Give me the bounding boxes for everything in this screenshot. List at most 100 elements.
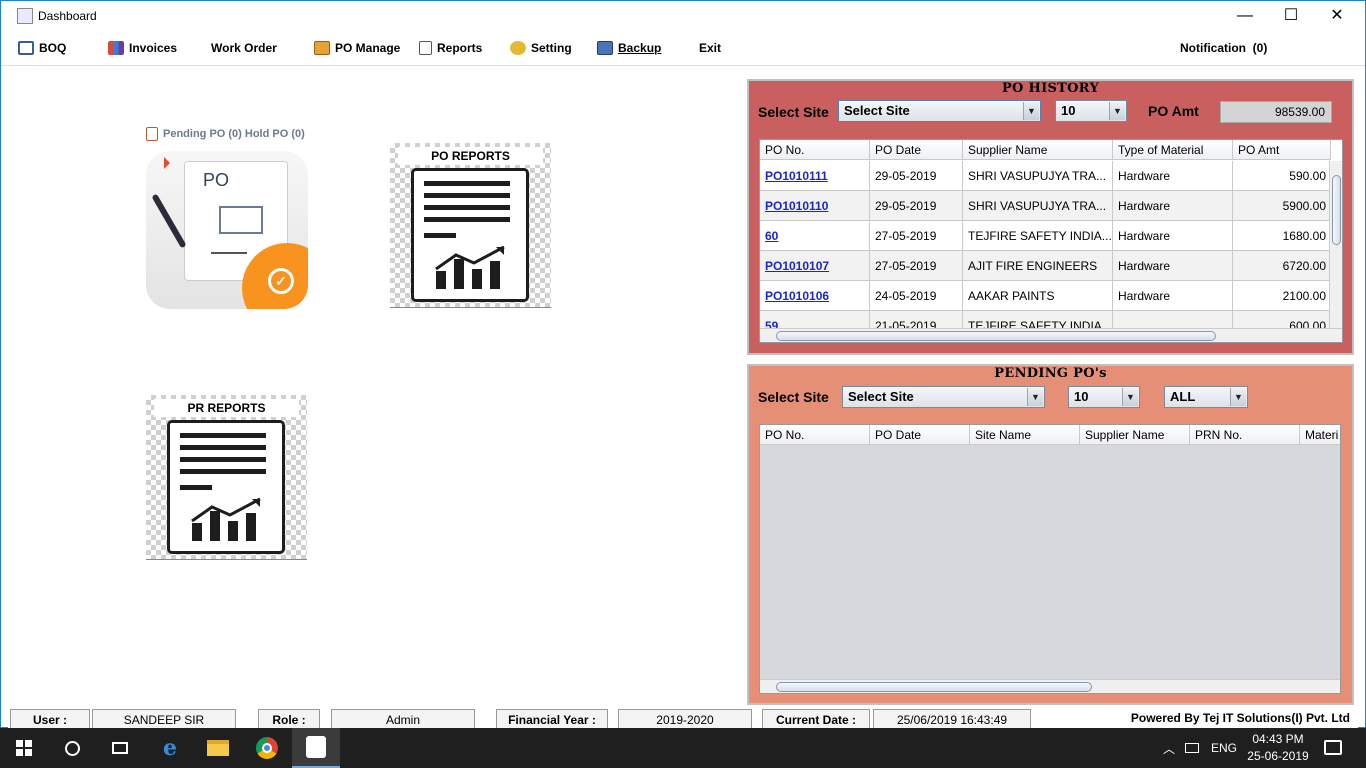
taskbar-edge[interactable]: e [146, 728, 194, 768]
pending-filter-select[interactable]: ALL ▼ [1164, 386, 1248, 408]
po-history-horizontal-scrollbar[interactable] [760, 328, 1342, 342]
po-reports-title: PO REPORTS [398, 147, 543, 165]
po-history-site-select[interactable]: Select Site ▼ [838, 100, 1041, 122]
trend-arrow-icon [191, 497, 261, 523]
window-title: Dashboard [38, 9, 97, 23]
menu-work-order[interactable]: Work Order [211, 41, 277, 55]
taskbar-chrome[interactable] [243, 728, 291, 768]
amount-cell: 2100.00 [1233, 281, 1331, 310]
chevron-up-icon[interactable]: ︿ [1163, 740, 1175, 757]
table-row[interactable]: PO1010107 27-05-2019 AJIT FIRE ENGINEERS… [760, 251, 1331, 281]
column-header[interactable]: PO Date [870, 140, 963, 159]
close-button[interactable]: ✕ [1314, 1, 1360, 32]
column-header[interactable]: Site Name [970, 425, 1080, 444]
menu-setting[interactable]: Setting [510, 41, 572, 55]
windows-logo-icon [16, 740, 32, 756]
pending-filter-value: ALL [1170, 389, 1196, 404]
menu-reports[interactable]: Reports [419, 41, 482, 55]
report-line [424, 205, 510, 210]
current-date-value: 25/06/2019 16:43:49 [873, 709, 1031, 729]
pending-site-select[interactable]: Select Site ▼ [842, 386, 1045, 408]
column-header[interactable]: PO No. [760, 140, 870, 159]
po-number-link[interactable]: PO1010107 [760, 251, 870, 280]
pending-count-select[interactable]: 10 ▼ [1068, 386, 1140, 408]
supplier-cell: AJIT FIRE ENGINEERS [963, 251, 1113, 280]
title-bar: Dashboard — ☐ ✕ [1, 1, 1365, 32]
minimize-button[interactable]: — [1222, 1, 1268, 32]
supplier-cell: SHRI VASUPUJYA TRA... [963, 161, 1113, 190]
menu-boq[interactable]: BOQ [18, 41, 66, 55]
java-app-icon [17, 8, 33, 24]
pending-po-link[interactable]: Pending PO (0) Hold PO (0) [146, 127, 305, 141]
scroll-thumb[interactable] [776, 331, 1216, 341]
pr-reports-tile[interactable]: PR REPORTS [146, 395, 307, 560]
material-cell: Hardware [1113, 251, 1233, 280]
po-number-link[interactable]: PO1010111 [760, 161, 870, 190]
po-history-vertical-scrollbar[interactable] [1329, 161, 1342, 329]
menu-bar: BOQ Invoices Work Order PO Manage Report… [1, 32, 1365, 66]
po-tile-background: PO ✓ [146, 151, 308, 309]
po-tile[interactable]: PO ✓ [146, 151, 308, 309]
table-row[interactable]: PO1010111 29-05-2019 SHRI VASUPUJYA TRA.… [760, 161, 1331, 191]
current-date-label: Current Date : [762, 709, 870, 729]
folder-icon [207, 740, 229, 756]
column-header[interactable]: Supplier Name [963, 140, 1113, 159]
maximize-button[interactable]: ☐ [1268, 1, 1314, 32]
cortana-circle-icon [64, 740, 80, 756]
pending-horizontal-scrollbar[interactable] [760, 679, 1340, 693]
search-button[interactable] [48, 728, 96, 768]
java-icon [306, 736, 326, 758]
report-line [180, 469, 266, 474]
menu-exit[interactable]: Exit [699, 41, 721, 55]
menu-backup[interactable]: Backup [597, 41, 661, 55]
menu-po-manage[interactable]: PO Manage [314, 41, 400, 55]
notification-center-icon[interactable] [1324, 740, 1342, 755]
po-number-link[interactable]: PO1010106 [760, 281, 870, 310]
po-number-link[interactable]: PO1010110 [760, 191, 870, 220]
po-reports-tile[interactable]: PO REPORTS [390, 143, 551, 308]
notification-button[interactable]: Notification (0) [1180, 41, 1267, 55]
po-date-cell: 27-05-2019 [870, 221, 963, 250]
taskbar-file-explorer[interactable] [194, 728, 242, 768]
column-header[interactable]: PO Date [870, 425, 970, 444]
column-header[interactable]: PO No. [760, 425, 870, 444]
table-row[interactable]: PO1010106 24-05-2019 AAKAR PAINTS Hardwa… [760, 281, 1331, 311]
task-view-button[interactable] [96, 728, 144, 768]
arrow-icon [164, 157, 174, 169]
floppy-disk-icon [597, 41, 613, 55]
supplier-cell: TEJFIRE SAFETY INDIA... [963, 221, 1113, 250]
column-header[interactable]: Materi [1300, 425, 1340, 444]
menu-exit-label: Exit [699, 41, 722, 55]
column-header[interactable]: PO Amt [1233, 140, 1331, 159]
po-date-cell: 29-05-2019 [870, 191, 963, 220]
po-history-site-label: Select Site [758, 104, 829, 120]
check-icon: ✓ [268, 268, 294, 294]
pending-po-title-text: PENDING PO's [994, 366, 1107, 381]
pending-site-label: Select Site [758, 389, 829, 405]
scroll-thumb[interactable] [776, 682, 1092, 692]
table-row[interactable]: PO1010110 29-05-2019 SHRI VASUPUJYA TRA.… [760, 191, 1331, 221]
scroll-thumb[interactable] [1332, 175, 1341, 245]
material-cell: Hardware [1113, 191, 1233, 220]
pen-icon [151, 193, 187, 249]
clock[interactable]: 04:43 PM 25-06-2019 [1244, 731, 1312, 765]
po-number-link[interactable]: 60 [760, 221, 870, 250]
column-header[interactable]: Supplier Name [1080, 425, 1190, 444]
menu-work-order-label: Work Order [211, 41, 277, 55]
network-icon[interactable] [1185, 743, 1200, 753]
column-header[interactable]: PRN No. [1190, 425, 1300, 444]
table-row[interactable]: 60 27-05-2019 TEJFIRE SAFETY INDIA... Ha… [760, 221, 1331, 251]
column-header[interactable]: Type of Material [1113, 140, 1233, 159]
language-indicator[interactable]: ENG [1211, 741, 1237, 755]
menu-invoices[interactable]: Invoices [108, 41, 177, 55]
chevron-down-icon: ▼ [1109, 102, 1125, 120]
supplier-cell: AAKAR PAINTS [963, 281, 1113, 310]
report-line [180, 457, 266, 462]
report-line [424, 181, 510, 186]
po-history-count-select[interactable]: 10 ▼ [1055, 100, 1127, 122]
pending-po-title: PENDING PO's [749, 366, 1352, 381]
start-button[interactable] [0, 728, 48, 768]
pending-po-table: PO No. PO Date Site Name Supplier Name P… [759, 424, 1341, 694]
taskbar-java-app[interactable] [292, 728, 340, 768]
system-tray: ︿ ENG [1163, 728, 1237, 768]
